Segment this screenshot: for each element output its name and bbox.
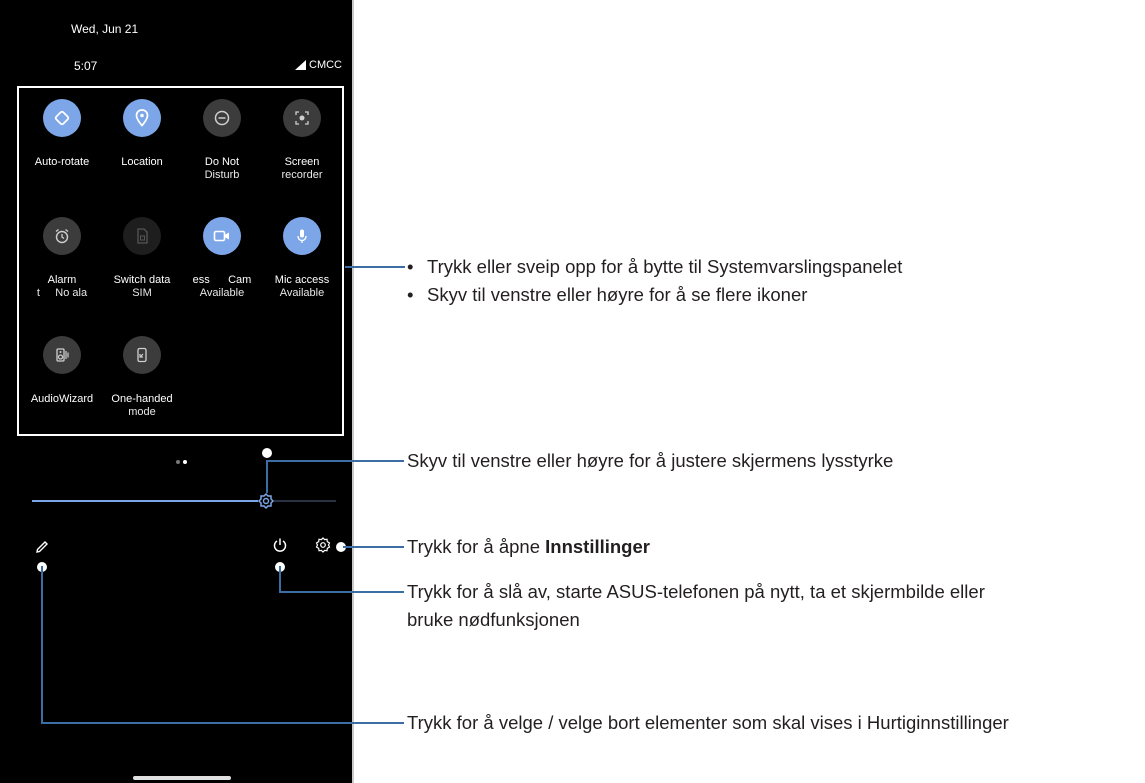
camera-access-icon (203, 217, 241, 255)
annotation-swipe-up: • Trykk eller sveip opp for å bytte til S… (407, 255, 902, 279)
annotation-text: Trykk for å åpne (407, 536, 546, 557)
callout-line-brightness (266, 460, 404, 462)
tile-sublabel: Available (279, 287, 325, 299)
tile-label: Switch data (113, 274, 171, 286)
settings-gear-icon[interactable] (313, 535, 333, 555)
microphone-icon (283, 217, 321, 255)
annotation-bold-text: Innstillinger (545, 536, 650, 557)
alarm-clock-icon (43, 217, 81, 255)
audiowizard-icon (43, 336, 81, 374)
tile-one-handed-mode[interactable]: One-handed mode (102, 336, 182, 419)
annotation-text: Trykk eller sveip opp for å bytte til Sy… (427, 256, 903, 277)
page-dot-active (183, 460, 187, 464)
do-not-disturb-icon (203, 99, 241, 137)
tile-label: Location (121, 156, 163, 168)
location-pin-icon (123, 99, 161, 137)
quick-settings-panel: Wed, Jun 21 5:07 CMCC Auto-rotate Locati… (0, 0, 354, 783)
tile-sublabel: Disturb (204, 169, 240, 181)
annotation-power-line1: Trykk for å slå av, starte ASUS-telefone… (407, 581, 985, 602)
tile-alarm[interactable]: Alarm t No ala (22, 217, 102, 300)
tile-label: Auto-rotate (34, 156, 90, 168)
callout-line-edit-vertical (41, 566, 43, 723)
tile-label: ess Cam (192, 274, 252, 286)
tile-mic-access[interactable]: Mic access Available (262, 217, 342, 300)
brightness-thumb-icon[interactable] (257, 492, 275, 510)
one-handed-mode-icon (123, 336, 161, 374)
tile-audiowizard[interactable]: AudioWizard (22, 336, 102, 406)
tile-do-not-disturb[interactable]: Do Not Disturb (182, 99, 262, 182)
tile-label: Alarm (47, 274, 77, 286)
annotation-edit: Trykk for å velge / velge bort elementer… (407, 712, 1009, 733)
tile-label: AudioWizard (30, 393, 94, 405)
page-indicator (176, 460, 187, 464)
tile-switch-data-sim[interactable]: Switch data SIM (102, 217, 182, 300)
tile-screen-recorder[interactable]: Screen recorder (262, 99, 342, 182)
bullet: • (407, 284, 414, 305)
signal-icon (295, 60, 306, 70)
callout-line-tiles (345, 266, 405, 268)
tile-sublabel: Available (199, 287, 245, 299)
tile-label: One-handed (111, 393, 173, 405)
status-carrier: CMCC (295, 59, 342, 71)
callout-line-power-vertical (279, 566, 281, 592)
tile-sublabel: t No ala (36, 287, 88, 299)
screen-recorder-icon (283, 99, 321, 137)
tile-label: Do Not (204, 156, 240, 168)
sim-card-icon (123, 217, 161, 255)
auto-rotate-icon (43, 99, 81, 137)
callout-line-power (279, 591, 404, 593)
annotation-text: Skyv til venstre eller høyre for å se fl… (427, 284, 808, 305)
tile-sublabel: mode (128, 406, 156, 418)
phone-edge (352, 0, 354, 783)
tile-auto-rotate[interactable]: Auto-rotate (22, 99, 102, 169)
tile-label: Mic access (274, 274, 330, 286)
home-gesture-bar[interactable] (133, 776, 231, 780)
status-date: Wed, Jun 21 (71, 22, 139, 36)
annotation-brightness: Skyv til venstre eller høyre for å juste… (407, 450, 894, 471)
tile-camera-access[interactable]: ess Cam Available (182, 217, 262, 300)
tile-location[interactable]: Location (102, 99, 182, 169)
annotation-slide-icons: • Skyv til venstre eller høyre for å se f… (407, 283, 807, 307)
brightness-slider[interactable] (32, 500, 336, 502)
callout-line-settings (343, 546, 404, 548)
callout-line-edit (41, 722, 404, 724)
status-time: 5:07 (74, 59, 98, 73)
tile-sublabel: SIM (132, 287, 152, 299)
callout-line-brightness-vertical (266, 460, 268, 493)
brightness-slider-fill (32, 500, 270, 502)
tile-label: Screen (284, 156, 320, 168)
tile-sublabel: recorder (281, 169, 323, 181)
power-icon[interactable] (270, 535, 290, 555)
annotation-settings: Trykk for å åpne Innstillinger (407, 535, 650, 559)
bullet: • (407, 256, 414, 277)
annotation-power-line2: bruke nødfunksjonen (407, 609, 580, 630)
page-dot (176, 460, 180, 464)
carrier-label: CMCC (309, 59, 342, 71)
edit-pencil-icon[interactable] (32, 537, 52, 557)
callout-dot-brightness (262, 448, 272, 458)
